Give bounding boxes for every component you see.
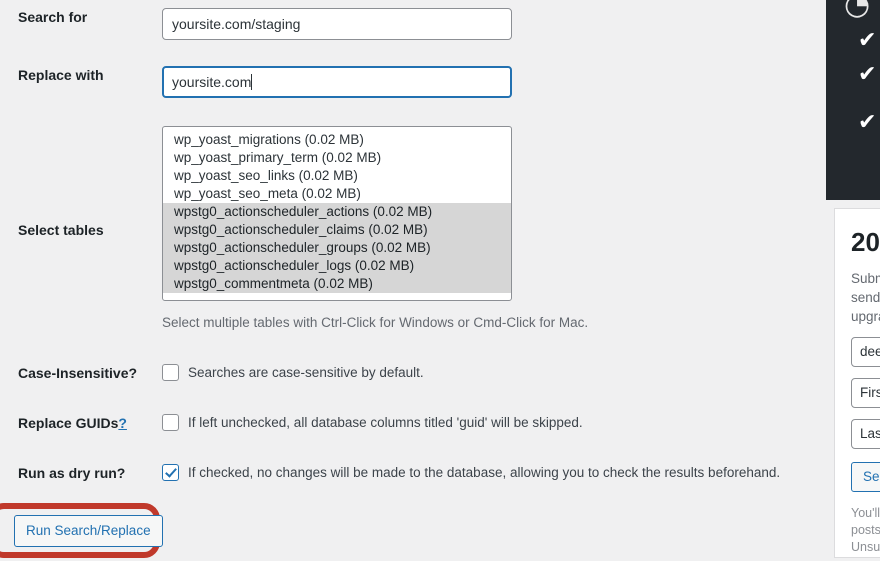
table-option[interactable]: wpstg0_actionscheduler_logs (0.02 MB) <box>163 257 511 275</box>
dry-run-description: If checked, no changes will be made to t… <box>188 465 781 480</box>
select-tables-help: Select multiple tables with Ctrl-Click f… <box>162 315 589 330</box>
replace-with-input[interactable]: yoursite.com <box>162 66 512 98</box>
search-for-input-value: yoursite.com/staging <box>172 16 301 32</box>
label-replace-with: Replace with <box>18 67 104 83</box>
replace-guids-help-link[interactable]: ? <box>118 415 127 431</box>
field-replace-with: yoursite.com <box>162 66 826 98</box>
row-case-insensitive: Case-Insensitive? Searches are case-sens… <box>0 364 826 383</box>
search-replace-form: Search for yoursite.com/staging Replace … <box>0 0 826 561</box>
table-option[interactable]: wpstg0_actionscheduler_groups (0.02 MB) <box>163 239 511 257</box>
rail-check-icon-1: ✔ <box>858 28 877 53</box>
promo-submit-button[interactable]: Sen <box>851 462 880 492</box>
row-dry-run: Run as dry run? If checked, no changes w… <box>0 464 826 483</box>
promo-footer: You'll posts Unsul <box>851 505 880 556</box>
table-option[interactable]: wp_yoast_seo_links (0.02 MB) <box>163 167 511 185</box>
table-option[interactable]: wpstg0_actionscheduler_claims (0.02 MB) <box>163 221 511 239</box>
right-sidebar-rail: ◔ ✔ ✔ ✔ <box>826 0 880 200</box>
promo-heading: 20% <box>851 227 880 257</box>
table-option[interactable]: wpstg0_actionscheduler_actions (0.02 MB) <box>163 203 511 221</box>
promo-card: 20% Subm send upgra dee Firs Las Sen You… <box>826 200 880 561</box>
label-select-tables: Select tables <box>18 222 104 238</box>
field-dry-run: If checked, no changes will be made to t… <box>162 464 826 481</box>
promo-footer-line-2: posts <box>851 523 880 537</box>
case-insensitive-checkbox[interactable] <box>162 364 179 381</box>
rail-check-icon-3: ✔ <box>858 110 877 135</box>
promo-card-body: 20% Subm send upgra dee Firs Las Sen You… <box>834 208 880 558</box>
field-select-tables: wp_yoast_migrations (0.02 MB) wp_yoast_pr… <box>162 126 826 332</box>
table-option[interactable]: wp_yoast_migrations (0.02 MB) <box>163 131 511 149</box>
label-search-for: Search for <box>18 9 88 25</box>
label-dry-run: Run as dry run? <box>18 465 126 481</box>
promo-email-input[interactable]: dee <box>851 337 880 367</box>
promo-footer-line-1: You'll <box>851 506 880 520</box>
run-search-replace-button-wrapper: Run Search/Replace <box>14 515 163 547</box>
row-select-tables: Select tables wp_yoast_migrations (0.02 … <box>0 126 826 332</box>
run-search-replace-button[interactable]: Run Search/Replace <box>14 515 163 547</box>
label-replace-guids: Replace GUIDs? <box>0 414 162 433</box>
promo-first-name-input[interactable]: Firs <box>851 378 880 408</box>
search-for-input[interactable]: yoursite.com/staging <box>162 8 512 40</box>
field-search-for: yoursite.com/staging <box>162 8 826 40</box>
table-option[interactable]: wp_yoast_primary_term (0.02 MB) <box>163 149 511 167</box>
promo-last-name-input[interactable]: Las <box>851 419 880 449</box>
field-replace-guids: If left unchecked, all database columns … <box>162 414 826 431</box>
text-cursor <box>251 74 253 90</box>
rail-top-icon: ◔ <box>844 0 871 22</box>
case-insensitive-description: Searches are case-sensitive by default. <box>188 365 424 380</box>
rail-check-icon-2: ✔ <box>858 62 877 87</box>
promo-footer-line-3: Unsul <box>851 540 880 554</box>
label-replace-guids-text: Replace GUIDs <box>18 415 119 431</box>
row-search-for: Search for yoursite.com/staging <box>0 8 826 40</box>
replace-guids-description: If left unchecked, all database columns … <box>188 415 583 430</box>
label-case-insensitive: Case-Insensitive? <box>18 365 138 381</box>
row-replace-guids: Replace GUIDs? If left unchecked, all da… <box>0 414 826 433</box>
promo-body-line-1: Subm <box>851 271 880 286</box>
replace-guids-checkbox[interactable] <box>162 414 179 431</box>
select-tables-listbox[interactable]: wp_yoast_migrations (0.02 MB) wp_yoast_pr… <box>162 126 512 301</box>
field-case-insensitive: Searches are case-sensitive by default. <box>162 364 826 381</box>
replace-with-input-value: yoursite.com <box>172 74 252 90</box>
promo-body-line-2: send <box>851 290 880 305</box>
promo-body-line-3: upgra <box>851 309 880 324</box>
dry-run-checkbox[interactable] <box>162 464 179 481</box>
row-replace-with: Replace with yoursite.com <box>0 66 826 98</box>
table-option[interactable]: wpstg0_commentmeta (0.02 MB) <box>163 275 511 293</box>
table-option[interactable]: wp_yoast_seo_meta (0.02 MB) <box>163 185 511 203</box>
